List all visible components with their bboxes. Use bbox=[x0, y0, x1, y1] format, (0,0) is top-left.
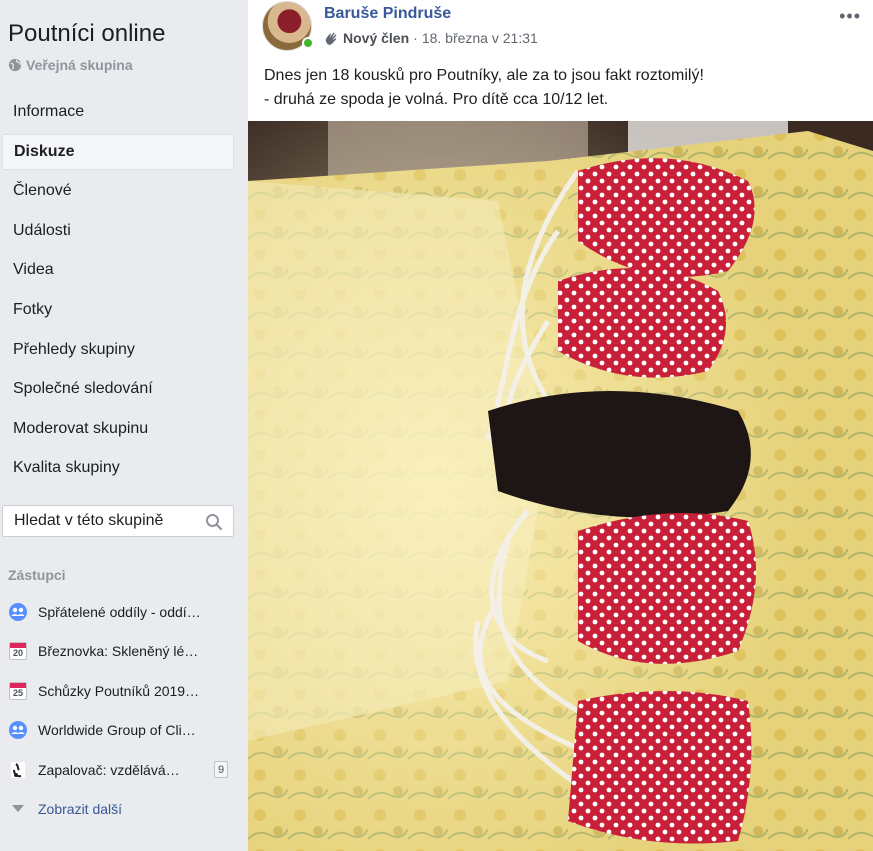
post-text-line: - druhá ze spoda je volná. Pro dítě cca … bbox=[264, 91, 609, 108]
show-more-label: Zobrazit další bbox=[38, 801, 123, 818]
group-search-input[interactable] bbox=[14, 512, 194, 530]
shortcut-label: Worldwide Group of Cli… bbox=[38, 722, 196, 739]
post-meta: Nový člen · 18. března v 21:31 bbox=[324, 30, 538, 46]
nav-item-prehledy[interactable]: Přehledy skupiny bbox=[2, 332, 234, 368]
group-sidebar: Poutníci online Veřejná skupina Informac… bbox=[0, 0, 246, 851]
post-text: Dnes jen 18 kousků pro Poutníky, ale za … bbox=[264, 64, 854, 112]
calendar-icon: 25 bbox=[9, 681, 27, 700]
group-nav: Informace Diskuze Členové Události Videa… bbox=[2, 94, 234, 490]
nav-item-fotky[interactable]: Fotky bbox=[2, 292, 234, 328]
shortcut-label: Březnovka: Skleněný lé… bbox=[38, 643, 199, 660]
online-status-dot bbox=[302, 37, 314, 49]
post-text-line: Dnes jen 18 kousků pro Poutníky, ale za … bbox=[264, 67, 704, 84]
author-name[interactable]: Baruše Pindruše bbox=[324, 5, 451, 23]
show-more-button[interactable]: Zobrazit další bbox=[8, 790, 234, 830]
new-member-badge[interactable]: Nový člen bbox=[343, 30, 409, 46]
shortcut-label: Spřátelené oddíly - oddí… bbox=[38, 603, 201, 620]
lighter-icon bbox=[8, 760, 28, 780]
waving-hand-icon bbox=[325, 32, 337, 45]
nav-item-moderovat[interactable]: Moderovat skupinu bbox=[2, 411, 234, 447]
shortcut-item[interactable]: Zapalovač: vzdělává… 9 bbox=[8, 750, 234, 790]
group-name[interactable]: Poutníci online bbox=[8, 20, 165, 48]
shortcut-item[interactable]: Worldwide Group of Cli… bbox=[8, 711, 234, 751]
group-privacy: Veřejná skupina bbox=[8, 57, 133, 73]
group-search bbox=[2, 505, 234, 537]
post-timestamp[interactable]: 18. března v 21:31 bbox=[422, 30, 538, 46]
nav-item-diskuze[interactable]: Diskuze bbox=[2, 133, 234, 170]
nav-item-kvalita[interactable]: Kvalita skupiny bbox=[2, 450, 234, 486]
nav-item-videa[interactable]: Videa bbox=[2, 252, 234, 288]
notification-badge: 9 bbox=[214, 761, 228, 778]
nav-item-udalosti[interactable]: Události bbox=[2, 213, 234, 249]
shortcut-item[interactable]: 20 Březnovka: Skleněný lé… bbox=[8, 632, 234, 672]
shortcut-item[interactable]: 25 Schůzky Poutníků 2019… bbox=[8, 671, 234, 711]
shortcuts-heading: Zástupci bbox=[8, 567, 66, 583]
shortcut-label: Schůzky Poutníků 2019… bbox=[38, 682, 200, 699]
post-card: Baruše Pindruše Nový člen · 18. března v… bbox=[248, 0, 873, 851]
search-icon[interactable] bbox=[205, 513, 223, 531]
meta-separator: · bbox=[413, 30, 418, 46]
nav-item-informace[interactable]: Informace bbox=[2, 94, 234, 130]
nav-item-clenove[interactable]: Členové bbox=[2, 173, 234, 209]
chevron-down-icon bbox=[8, 799, 28, 819]
nav-item-spolecne-sledovani[interactable]: Společné sledování bbox=[2, 371, 234, 407]
calendar-icon: 20 bbox=[9, 642, 27, 661]
shortcut-item[interactable]: Spřátelené oddíly - oddí… bbox=[8, 592, 234, 632]
group-icon bbox=[8, 602, 28, 622]
privacy-label: Veřejná skupina bbox=[26, 57, 133, 73]
shortcut-label: Zapalovač: vzdělává… bbox=[38, 761, 180, 778]
post-photo[interactable] bbox=[248, 121, 873, 851]
shortcuts-list: Spřátelené oddíly - oddí… 20 Březnovka: … bbox=[8, 592, 234, 829]
more-options-icon[interactable]: ••• bbox=[839, 6, 861, 27]
globe-icon bbox=[8, 58, 22, 72]
group-icon bbox=[8, 720, 28, 740]
